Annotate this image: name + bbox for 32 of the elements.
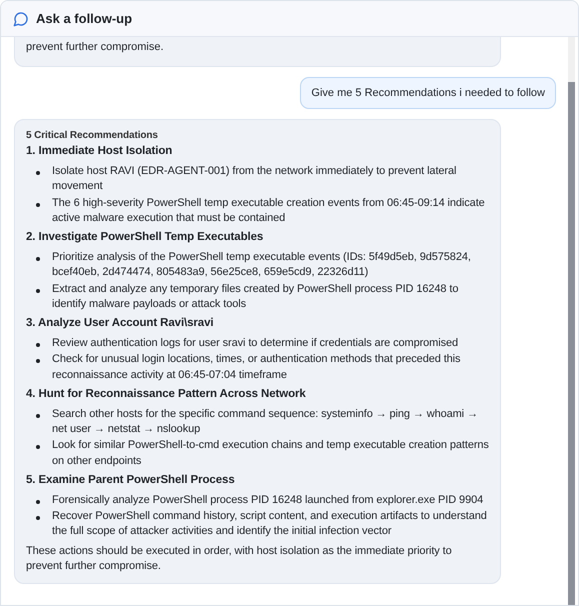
bullet-text: Check for unusual login locations, times, or authentication methods that preceded this reconnaissance activity at 06:45-07:04 timeframe — [52, 353, 460, 381]
bullet-text: Isolate host RAVI (EDR-AGENT-001) from the network immediately to prevent lateral movement — [52, 164, 456, 192]
section-heading: 4. Hunt for Reconnaissance Pattern Across Network — [26, 387, 307, 402]
bullet-icon — [36, 202, 40, 207]
bullet-icon — [36, 170, 40, 175]
paragraph-text: These actions should be executed in order, with host isolation as the immediate priority to prevent further compromise. — [26, 544, 453, 574]
bullet-text: Forensically analyze PowerShell process PID 16248 launched from explorer.exe PID 9904 — [52, 494, 484, 506]
section-heading: 3. Analyze User Account Ravi\sravi — [26, 316, 214, 332]
bullet-icon — [36, 359, 40, 364]
bullet-text: The 6 high-severity PowerShell temp executable creation events from 06:45-09:14 indicate active malware execution that must be contained — [52, 196, 485, 224]
bullet-icon — [36, 414, 40, 418]
bullet-icon — [36, 342, 40, 347]
bullet-icon — [36, 256, 40, 261]
section-heading: 2. Investigate PowerShell Temp Executables — [26, 230, 264, 246]
response-caption: 5 Critical Recommendations — [26, 129, 159, 143]
bullet-text: Prioritize analysis of the PowerShell temp executable events (IDs: 5f49d5eb, 9d575824, bcef40eb, 2d474474, 805483a9, 56e25ce8, 659e5cd9, 22326d11) — [52, 250, 471, 278]
bullet-icon — [36, 288, 40, 293]
bullet-text: Look for similar PowerShell-to-cmd execution chains and temp executable creation patterns on other endpoints — [52, 439, 489, 467]
chat-bubble-icon — [13, 10, 29, 26]
assistant-message: prevent further compromise. — [14, 37, 501, 67]
section-heading: 1. Immediate Host Isolation — [26, 144, 174, 160]
bullet-text: Review authentication logs for user sravi to determine if credentials are compromised — [52, 336, 458, 349]
bullet-text: Search other hosts for the specific command sequence: systeminfo → ping → whoami → net user → netstat → nslookup — [52, 408, 478, 435]
scrollbar-thumb[interactable] — [568, 82, 575, 605]
bullet-icon — [36, 445, 40, 450]
bullet-icon — [36, 500, 40, 504]
user-message: Give me 5 Recommendations i needed to follow — [300, 77, 556, 109]
bullet-text: Recover PowerShell command history, script content, and execution artifacts to understand the full scope of attacker activities and identify the initial infection vector — [52, 510, 487, 538]
section-heading: 5. Examine Parent PowerShell Process — [26, 473, 236, 488]
bullet-icon — [36, 516, 40, 520]
panel-title: Ask a follow-up — [36, 11, 132, 26]
bullet-text: Extract and analyze any temporary files created by PowerShell process PID 16248 to identify malware payloads or attack tools — [52, 282, 458, 310]
